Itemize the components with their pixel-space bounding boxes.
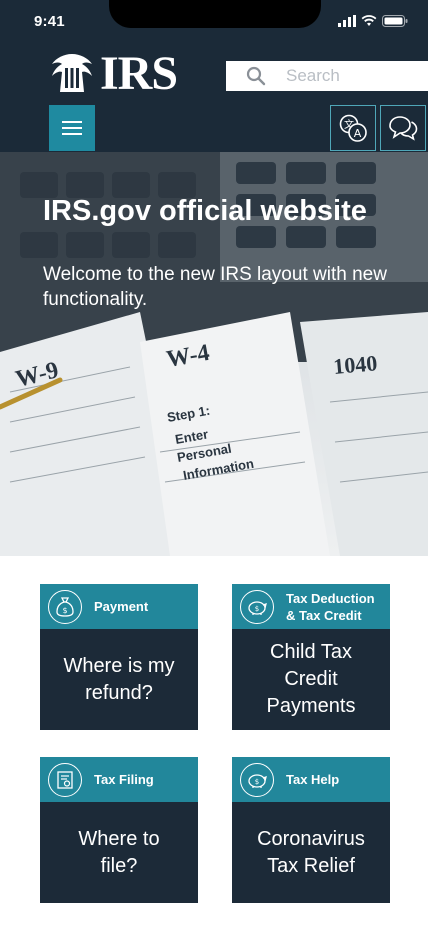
irs-logo[interactable]: IRS	[48, 47, 178, 100]
card-body: Child Tax Credit Payments	[232, 629, 390, 730]
card-label: Where is my refund?	[63, 654, 175, 704]
card-header: $ Payment	[40, 584, 198, 629]
chat-bubbles-icon	[389, 116, 418, 141]
tax-form-icon	[48, 763, 82, 797]
hamburger-menu-button[interactable]	[49, 105, 95, 151]
card-body: Where is my refund?	[40, 629, 198, 730]
card-coronavirus-tax-relief[interactable]: $ Tax Help Coronavirus Tax Relief	[232, 757, 390, 903]
card-child-tax-credit[interactable]: $ Tax Deduction & Tax Credit Child Tax C…	[232, 584, 390, 730]
money-bag-icon: $	[48, 590, 82, 624]
irs-home-screen: 9:41 IRS Search 文 A W-9 W-4 1040 Step 1:…	[0, 0, 428, 926]
svg-text:A: A	[354, 127, 362, 140]
card-header: $ Tax Help	[232, 757, 390, 802]
svg-text:$: $	[255, 778, 259, 786]
card-body: Coronavirus Tax Relief	[232, 802, 390, 903]
logo-text: IRS	[100, 47, 178, 100]
piggy-bank-icon: $	[240, 590, 274, 624]
hamburger-icon	[62, 117, 82, 139]
svg-text:$: $	[62, 606, 67, 615]
chat-button[interactable]	[380, 105, 426, 151]
search-icon[interactable]	[246, 66, 266, 86]
status-icons	[338, 15, 408, 27]
search-input[interactable]	[286, 61, 426, 91]
card-body: Where to file?	[40, 802, 198, 903]
card-header: Tax Filing	[40, 757, 198, 802]
card-category: Tax Help	[286, 772, 340, 787]
card-header: $ Tax Deduction & Tax Credit	[232, 584, 390, 629]
svg-text:1040: 1040	[332, 350, 378, 379]
card-category: Payment	[94, 599, 149, 614]
card-category: Tax Filing	[94, 772, 154, 787]
cellular-signal-icon	[338, 15, 356, 27]
piggy-bank-icon: $	[240, 763, 274, 797]
svg-text:$: $	[255, 605, 259, 613]
hero-title: IRS.gov official website	[43, 195, 367, 227]
card-label: Child Tax Credit Payments	[266, 641, 356, 717]
translate-button[interactable]: 文 A	[330, 105, 376, 151]
card-where-is-my-refund[interactable]: $ Payment Where is my refund?	[40, 584, 198, 730]
eagle-emblem-icon	[52, 54, 92, 92]
battery-icon	[382, 15, 408, 27]
translate-icon: 文 A	[339, 114, 367, 142]
card-where-to-file[interactable]: Tax Filing Where to file?	[40, 757, 198, 903]
search-bar[interactable]	[226, 61, 428, 91]
device-notch	[109, 0, 321, 28]
card-label: Where to file?	[78, 827, 160, 877]
hero-subtitle: Welcome to the new IRS layout with new f…	[43, 264, 387, 310]
status-time: 9:41	[34, 13, 65, 30]
card-category: Tax Deduction & Tax Credit	[286, 591, 375, 623]
status-bar: 9:41	[0, 0, 428, 44]
site-header: IRS 文 A	[0, 44, 428, 152]
wifi-icon	[361, 15, 377, 26]
card-label: Coronavirus Tax Relief	[257, 827, 365, 877]
hero-banner: W-9 W-4 1040 Step 1: Enter Personal Info…	[0, 152, 428, 556]
